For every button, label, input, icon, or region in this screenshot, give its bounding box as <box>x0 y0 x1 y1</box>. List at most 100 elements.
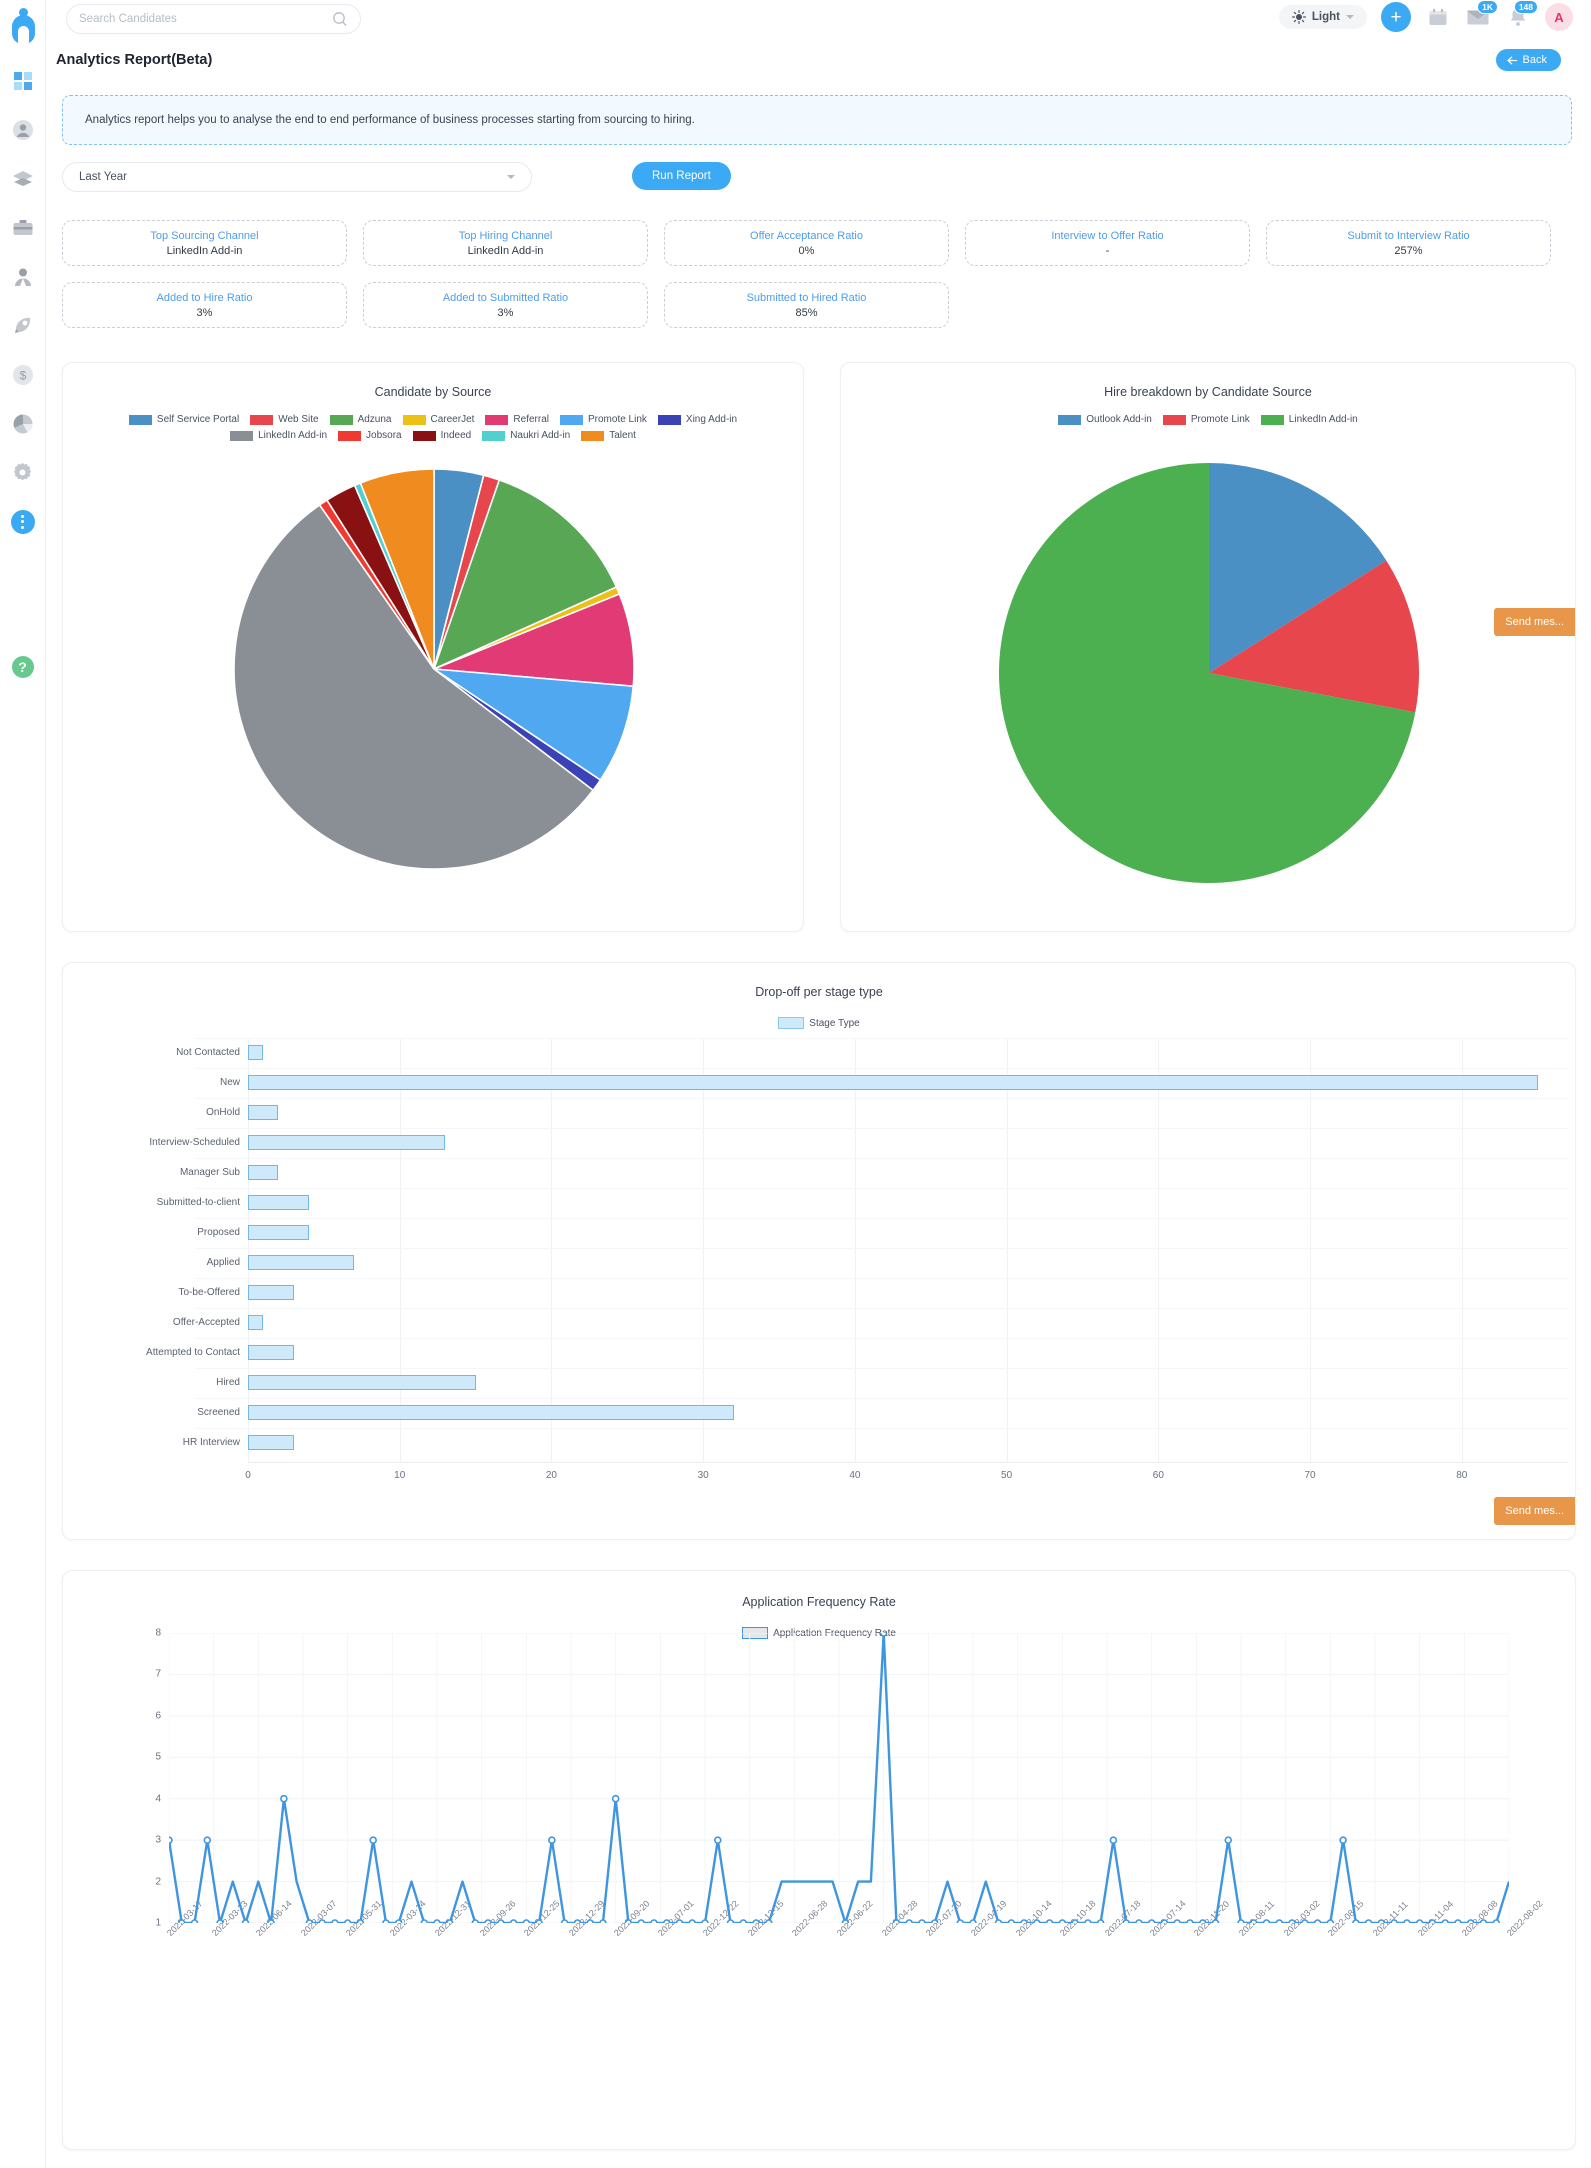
legend-item[interactable]: Promote Link <box>559 414 647 425</box>
data-point[interactable] <box>637 1919 645 1923</box>
legend-item[interactable]: LinkedIn Add-in <box>1260 414 1358 425</box>
data-point[interactable] <box>1492 1919 1501 1923</box>
bar-row[interactable]: OnHold <box>206 1105 279 1120</box>
data-point[interactable] <box>1313 1919 1322 1923</box>
search-box[interactable] <box>66 4 361 34</box>
legend-item[interactable]: LinkedIn Add-in <box>230 430 327 441</box>
data-point[interactable] <box>241 1919 250 1923</box>
kpi-card[interactable]: Added to Hire Ratio 3% <box>62 282 347 328</box>
legend-item[interactable]: Jobsora <box>338 430 402 441</box>
legend-item[interactable]: Naukri Add-in <box>482 430 570 441</box>
kpi-card[interactable]: Offer Acceptance Ratio 0% <box>664 220 949 266</box>
data-point[interactable] <box>956 1919 965 1923</box>
data-point[interactable] <box>1454 1919 1462 1923</box>
line-plot-area[interactable]: 1 2 3 4 5 6 7 8 2022-03-17 2022-03-23 2022-06-14 20… <box>155 1628 1544 1995</box>
data-point[interactable] <box>752 1919 760 1923</box>
bar[interactable] <box>248 1435 294 1450</box>
data-point[interactable] <box>1071 1919 1079 1923</box>
data-point[interactable] <box>1109 1836 1118 1844</box>
data-point[interactable] <box>1390 1919 1398 1923</box>
data-point[interactable] <box>726 1919 735 1923</box>
legend-item[interactable]: Xing Add-in <box>657 414 737 425</box>
data-point[interactable] <box>1096 1919 1105 1923</box>
data-point[interactable] <box>382 1919 390 1923</box>
data-point[interactable] <box>1352 1919 1360 1923</box>
kpi-card[interactable]: Top Hiring Channel LinkedIn Add-in <box>363 220 648 266</box>
messages-button[interactable]: 1K <box>1465 0 1498 30</box>
data-point[interactable] <box>1160 1919 1169 1923</box>
data-point[interactable] <box>701 1919 709 1923</box>
data-point[interactable] <box>318 1919 326 1923</box>
company-logo[interactable] <box>5 6 41 48</box>
data-point[interactable] <box>497 1919 505 1923</box>
back-button[interactable]: Back <box>1495 49 1561 71</box>
data-point[interactable] <box>879 1633 888 1637</box>
data-point[interactable] <box>1045 1919 1054 1923</box>
bar[interactable] <box>248 1225 309 1240</box>
pie-chart-2[interactable] <box>841 441 1577 921</box>
bar-row[interactable]: HR Interview <box>183 1435 294 1450</box>
legend-item[interactable]: Outlook Add-in <box>1058 414 1152 425</box>
bar-row[interactable]: Proposed <box>197 1225 309 1240</box>
bar[interactable] <box>248 1165 279 1180</box>
data-point[interactable] <box>573 1919 582 1923</box>
legend-item[interactable]: Indeed <box>412 430 471 441</box>
data-point[interactable] <box>1173 1919 1181 1923</box>
bar-row[interactable]: Applied <box>207 1255 355 1270</box>
sidebar-item-analytics[interactable] <box>0 399 46 448</box>
data-point[interactable] <box>1339 1836 1347 1844</box>
data-point[interactable] <box>1198 1919 1207 1923</box>
kpi-card[interactable]: Submitted to Hired Ratio 85% <box>664 282 949 328</box>
data-point[interactable] <box>1007 1919 1016 1923</box>
sidebar-item-contacts[interactable] <box>0 105 46 154</box>
data-point[interactable] <box>190 1919 199 1923</box>
bar-row[interactable]: Interview-Scheduled <box>149 1135 446 1150</box>
pie-chart-1[interactable] <box>63 453 805 923</box>
data-point[interactable] <box>739 1919 748 1923</box>
data-point[interactable] <box>918 1919 926 1923</box>
send-message-tab[interactable]: Send mes... <box>1494 1497 1575 1525</box>
data-point[interactable] <box>548 1836 556 1844</box>
data-point[interactable] <box>343 1919 352 1923</box>
data-point[interactable] <box>1428 1919 1437 1923</box>
bar-row[interactable]: To-be-Offered <box>178 1285 294 1300</box>
bar-row[interactable]: Hired <box>216 1375 476 1390</box>
kpi-card[interactable]: Top Sourcing Channel LinkedIn Add-in <box>62 220 347 266</box>
run-report-button[interactable]: Run Report <box>632 162 731 190</box>
sidebar-item-campaigns[interactable] <box>0 301 46 350</box>
data-point[interactable] <box>394 1919 403 1923</box>
data-point[interactable] <box>1249 1919 1258 1923</box>
legend-item[interactable]: Adzuna <box>329 414 392 425</box>
data-point[interactable] <box>1403 1919 1411 1923</box>
data-point[interactable] <box>1020 1919 1028 1923</box>
data-point[interactable] <box>1288 1919 1296 1923</box>
data-point[interactable] <box>1377 1919 1386 1923</box>
theme-toggle[interactable]: Light <box>1278 5 1367 29</box>
bar[interactable] <box>248 1045 264 1060</box>
data-point[interactable] <box>662 1919 671 1923</box>
bar[interactable] <box>248 1135 446 1150</box>
data-point[interactable] <box>267 1919 275 1923</box>
legend-item[interactable]: Self Service Portal <box>128 414 239 425</box>
legend-item[interactable]: Promote Link <box>1162 414 1250 425</box>
data-point[interactable] <box>841 1919 850 1923</box>
bar-row[interactable]: Offer-Accepted <box>173 1315 264 1330</box>
data-point[interactable] <box>1479 1919 1488 1923</box>
period-select[interactable]: Last Year <box>62 162 532 192</box>
legend-item[interactable]: CareerJet <box>402 414 474 425</box>
bar[interactable] <box>248 1255 355 1270</box>
data-point[interactable] <box>599 1919 607 1923</box>
data-point[interactable] <box>305 1919 314 1923</box>
data-point[interactable] <box>1147 1919 1156 1923</box>
sidebar-item-settings[interactable] <box>0 448 46 497</box>
kpi-card[interactable]: Interview to Offer Ratio - <box>965 220 1250 266</box>
send-message-tab[interactable]: Send mes... <box>1494 608 1575 636</box>
data-point[interactable] <box>675 1919 684 1923</box>
bar[interactable] <box>248 1285 294 1300</box>
kpi-card[interactable]: Added to Submitted Ratio 3% <box>363 282 648 328</box>
data-point[interactable] <box>420 1919 429 1923</box>
bar-row[interactable]: Submitted-to-client <box>157 1195 309 1210</box>
data-point[interactable] <box>369 1836 377 1844</box>
kpi-card[interactable]: Submit to Interview Ratio 257% <box>1266 220 1551 266</box>
data-point[interactable] <box>1122 1919 1130 1923</box>
